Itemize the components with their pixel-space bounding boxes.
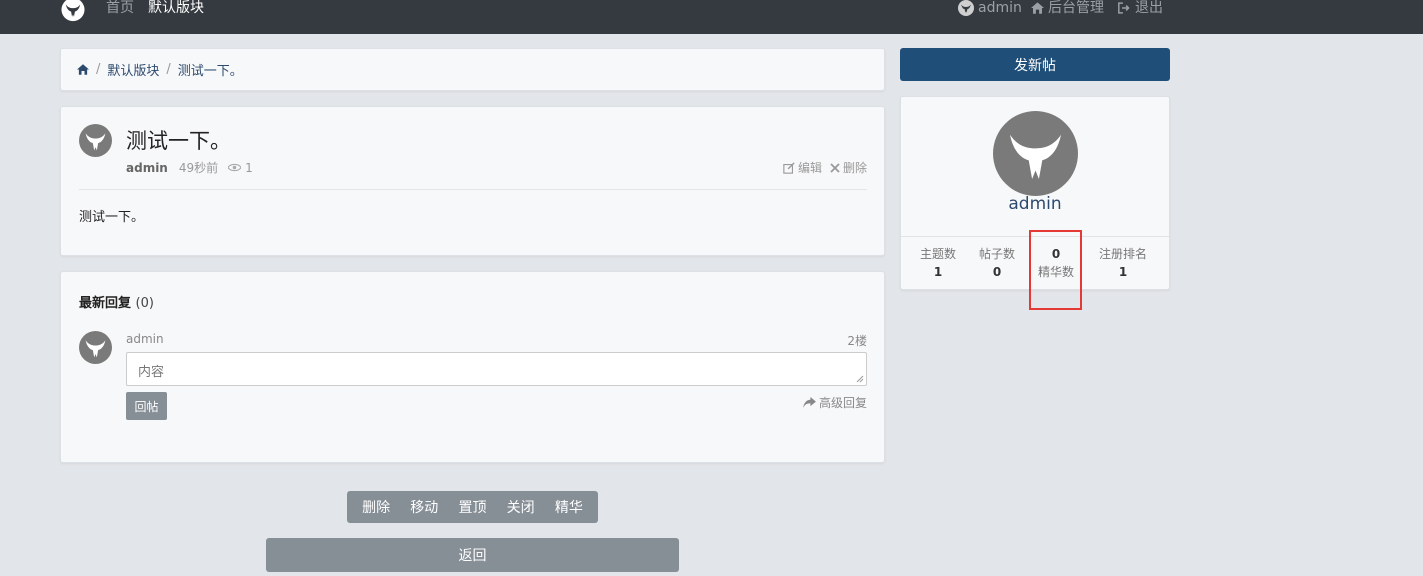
- reply-submit-button[interactable]: 回帖: [126, 392, 167, 420]
- user-avatar-icon: [958, 0, 974, 16]
- thread-actions: 编辑 删除: [775, 159, 867, 176]
- home-icon[interactable]: [77, 64, 89, 75]
- home-icon: [1031, 2, 1044, 14]
- mod-feature-button[interactable]: 精华: [555, 497, 583, 517]
- moderation-bar: 删除 移动 置顶 关闭 精华: [347, 491, 598, 523]
- close-icon: [830, 162, 840, 173]
- logo-icon[interactable]: [60, 0, 86, 24]
- share-icon: [803, 397, 816, 408]
- thread-views: 1: [228, 161, 253, 175]
- replies-card: 最新回复 (0) admin 2楼 内容 回帖 高级回复: [60, 271, 885, 463]
- profile-avatar[interactable]: [993, 111, 1078, 196]
- stat-posts: 帖子数 0: [967, 245, 1027, 281]
- breadcrumb-separator: /: [166, 62, 171, 77]
- thread-meta: admin 49秒前 1: [126, 159, 253, 176]
- logout-icon: [1118, 2, 1130, 14]
- mod-close-button[interactable]: 关闭: [507, 497, 535, 517]
- reply-content-input[interactable]: 内容: [126, 352, 867, 386]
- breadcrumb-section[interactable]: 默认版块: [107, 60, 159, 79]
- nav-section-link[interactable]: 默认版块: [148, 0, 204, 16]
- edit-label: 编辑: [797, 161, 822, 175]
- new-post-button[interactable]: 发新帖: [900, 48, 1170, 81]
- profile-username[interactable]: admin: [901, 194, 1169, 214]
- mod-move-button[interactable]: 移动: [410, 497, 438, 517]
- back-button[interactable]: 返回: [266, 538, 679, 572]
- delete-label: 删除: [842, 161, 867, 175]
- stat-label: 注册排名: [1098, 247, 1147, 261]
- replies-title: 最新回复: [79, 296, 132, 311]
- nav-username: admin: [978, 0, 1022, 16]
- eye-icon: [228, 163, 242, 172]
- author-avatar[interactable]: [79, 124, 112, 157]
- mod-delete-button[interactable]: 删除: [362, 497, 390, 517]
- thread-card: 测试一下。 admin 49秒前 1 编辑 删除 测试一下。: [60, 106, 885, 256]
- thread-title: 测试一下。: [126, 129, 231, 153]
- thread-author[interactable]: admin: [126, 161, 168, 175]
- thread-body: 测试一下。: [79, 210, 145, 225]
- stat-label: 帖子数: [978, 247, 1015, 261]
- stat-value: 1: [933, 265, 943, 279]
- nav-admin-label: 后台管理: [1048, 0, 1104, 16]
- top-navbar: 首页 默认版块 admin 后台管理 退出: [0, 0, 1423, 34]
- delete-button[interactable]: 删除: [830, 159, 867, 176]
- edit-button[interactable]: 编辑: [783, 159, 822, 176]
- replies-count: (0): [135, 296, 154, 311]
- thread-divider: [79, 189, 867, 190]
- advanced-reply-label: 高级回复: [818, 396, 867, 410]
- stat-value: 1: [1118, 265, 1128, 279]
- nav-logout-link[interactable]: 退出: [1118, 0, 1163, 16]
- stat-threads: 主题数 1: [908, 245, 968, 281]
- nav-user-link[interactable]: admin: [958, 0, 1022, 16]
- highlight-annotation: [1029, 230, 1082, 310]
- replies-heading: 最新回复 (0): [79, 292, 154, 311]
- edit-icon: [783, 161, 795, 174]
- breadcrumb-separator: /: [96, 62, 101, 77]
- stat-rank: 注册排名 1: [1093, 245, 1153, 281]
- stat-value: 0: [992, 265, 1002, 279]
- resize-handle[interactable]: [856, 375, 864, 383]
- thread-time: 49秒前: [178, 161, 219, 175]
- advanced-reply-link[interactable]: 高级回复: [803, 394, 867, 411]
- mod-pin-button[interactable]: 置顶: [458, 497, 486, 517]
- nav-admin-link[interactable]: 后台管理: [1031, 0, 1104, 16]
- stat-label: 主题数: [919, 247, 956, 261]
- reply-author[interactable]: admin: [126, 332, 164, 346]
- breadcrumb: / 默认版块 / 测试一下。: [60, 48, 885, 91]
- nav-home-link[interactable]: 首页: [106, 0, 134, 16]
- reply-user-avatar[interactable]: [79, 331, 112, 364]
- views-count: 1: [245, 160, 253, 175]
- reply-placeholder: 内容: [138, 365, 165, 380]
- reply-floor: 2楼: [847, 334, 867, 348]
- nav-logout-label: 退出: [1135, 0, 1163, 16]
- breadcrumb-thread[interactable]: 测试一下。: [178, 60, 243, 79]
